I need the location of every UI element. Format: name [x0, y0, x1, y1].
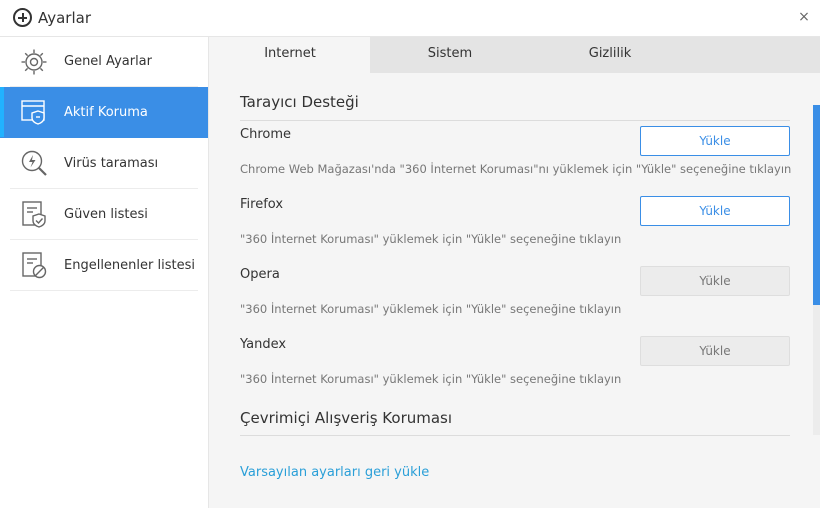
tab-privacy[interactable]: Gizlilik [530, 37, 690, 73]
main-panel: Internet Sistem Gizlilik Tarayıcı Desteğ… [210, 37, 820, 508]
sidebar-item-active-protection[interactable]: Aktif Koruma [0, 87, 208, 138]
restore-defaults-link[interactable]: Varsayılan ayarları geri yükle [240, 465, 429, 480]
window-title: Ayarlar [38, 9, 92, 27]
sidebar-item-label: Güven listesi [64, 206, 148, 222]
tab-internet[interactable]: Internet [210, 37, 370, 73]
scan-magnifier-icon [18, 147, 50, 179]
sidebar-item-blocked-list[interactable]: Engellenenler listesi [10, 240, 198, 291]
title-bar: Ayarlar × [0, 0, 820, 37]
scrollbar-thumb[interactable] [813, 105, 820, 305]
gear-icon [18, 46, 50, 78]
sidebar-item-trust-list[interactable]: Güven listesi [10, 189, 198, 240]
chrome-hint: Chrome Web Mağazası'nda "360 İnternet Ko… [240, 162, 792, 176]
sidebar-item-virus-scan[interactable]: Virüs taraması [10, 138, 198, 189]
sidebar-item-label: Virüs taraması [64, 155, 159, 171]
install-opera-button[interactable]: Yükle [640, 266, 790, 296]
close-button[interactable]: × [796, 8, 812, 26]
app-plus-icon [13, 8, 32, 27]
sidebar-item-label: Genel Ayarlar [64, 54, 152, 69]
sidebar: Genel Ayarlar Aktif Koruma Virüs taramas… [0, 37, 209, 508]
browser-name-chrome: Chrome [240, 127, 291, 142]
section-divider [240, 120, 790, 121]
yandex-hint: "360 İnternet Koruması" yüklemek için "Y… [240, 372, 622, 386]
browser-name-firefox: Firefox [240, 197, 284, 212]
sidebar-item-label: Aktif Koruma [64, 104, 148, 120]
firefox-hint: "360 İnternet Koruması" yüklemek için "Y… [240, 232, 622, 246]
install-firefox-button[interactable]: Yükle [640, 196, 790, 226]
shopping-protection-title: Çevrimiçi Alışveriş Koruması [240, 409, 453, 427]
sidebar-item-label: Engellenenler listesi [64, 257, 195, 273]
blocked-list-icon [18, 249, 50, 281]
install-chrome-button[interactable]: Yükle [640, 126, 790, 156]
tab-bar: Internet Sistem Gizlilik [210, 37, 820, 73]
browser-name-yandex: Yandex [240, 337, 287, 352]
sidebar-item-general-settings[interactable]: Genel Ayarlar [10, 37, 198, 87]
shield-window-icon [18, 96, 50, 128]
trust-list-icon [18, 198, 50, 230]
opera-hint: "360 İnternet Koruması" yüklemek için "Y… [240, 302, 622, 316]
browser-name-opera: Opera [240, 267, 280, 282]
browser-support-title: Tarayıcı Desteği [240, 93, 359, 111]
install-yandex-button[interactable]: Yükle [640, 336, 790, 366]
tab-system[interactable]: Sistem [370, 37, 530, 73]
section-divider [240, 435, 790, 436]
